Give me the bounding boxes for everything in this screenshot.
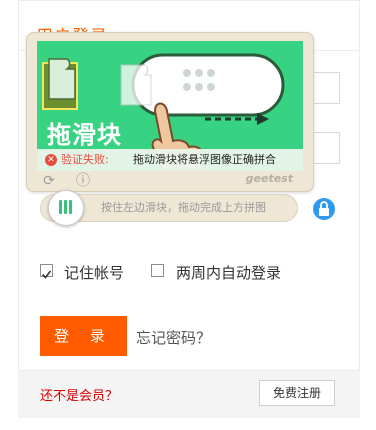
- not-member-link[interactable]: 还不是会员？: [40, 385, 118, 404]
- fail-message: 拖动滑块将悬浮图像正确拼合: [133, 153, 276, 166]
- captcha-fail-bar: ✕ 验证失败: 拖动滑块将悬浮图像正确拼合: [37, 149, 303, 171]
- login-footer: 还不是会员？ 免费注册: [18, 370, 360, 418]
- dot: [207, 83, 215, 91]
- register-button[interactable]: 免费注册: [259, 380, 335, 406]
- error-icon: ✕: [45, 154, 57, 166]
- dot: [183, 83, 191, 91]
- info-icon[interactable]: ⓘ: [75, 173, 91, 189]
- captcha-image-title: 拖滑块: [47, 121, 122, 149]
- dot: [195, 69, 203, 77]
- auto-login-checkbox[interactable]: [151, 264, 164, 277]
- lock-icon: [313, 198, 335, 220]
- refresh-icon[interactable]: ⟳: [41, 173, 57, 189]
- captcha-image: 拖滑块 ✕ 验证失败: 拖动滑块将悬浮图像正确拼合: [37, 41, 303, 171]
- fail-label: 验证失败:: [61, 153, 109, 166]
- forgot-password-link[interactable]: 忘记密码？: [136, 327, 211, 348]
- grip-icon: [59, 200, 73, 216]
- floating-puzzle-piece: [120, 64, 152, 106]
- remember-checkbox[interactable]: [40, 264, 53, 279]
- dot: [183, 69, 191, 77]
- auto-login-label[interactable]: 两周内自动登录: [176, 262, 281, 283]
- dot: [207, 69, 215, 77]
- slider-hint: 按住左边滑块，拖动完成上方拼图: [101, 201, 266, 214]
- brand-logo: geetest: [245, 172, 293, 185]
- captcha-popup: 拖滑块 ✕ 验证失败: 拖动滑块将悬浮图像正确拼合 ⟳ ⓘ geetest: [26, 32, 314, 192]
- login-button[interactable]: 登 录: [40, 316, 127, 356]
- slider-handle[interactable]: [48, 190, 84, 226]
- check-icon: [41, 270, 52, 279]
- remember-label[interactable]: 记住帐号: [64, 262, 124, 283]
- dot: [195, 83, 203, 91]
